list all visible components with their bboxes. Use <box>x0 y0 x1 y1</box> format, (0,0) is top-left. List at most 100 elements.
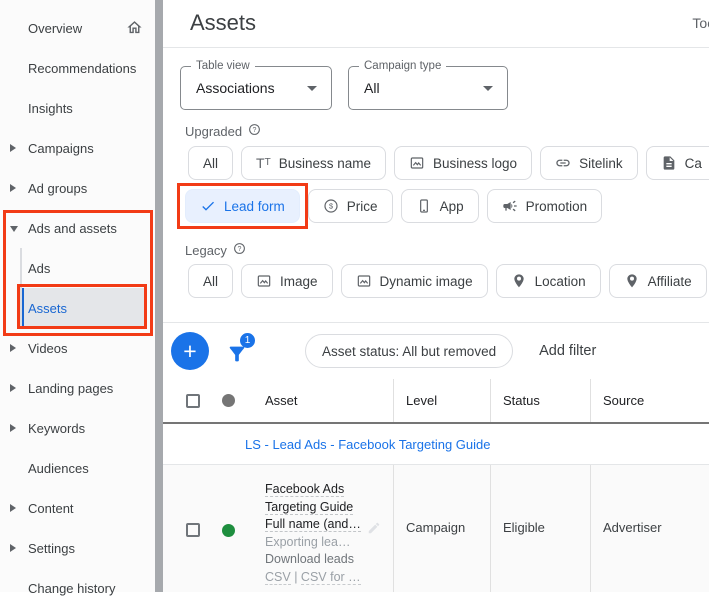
link-icon <box>555 155 571 171</box>
chip-all-upgraded[interactable]: All <box>188 146 234 180</box>
level-cell: Campaign <box>393 465 490 592</box>
csv-link[interactable]: CSV <box>265 569 291 585</box>
csv-for-link[interactable]: CSV for … <box>300 569 361 585</box>
text-fields-icon: TT <box>256 155 271 171</box>
check-icon <box>200 198 216 214</box>
sidebar-item-change-history[interactable]: Change history <box>0 568 155 608</box>
legacy-section-label: Legacy ? <box>185 242 709 258</box>
asset-cell: Facebook Ads Targeting Guide Full name (… <box>163 465 393 592</box>
page-header: Assets Too <box>163 0 709 48</box>
chip-callout[interactable]: Ca <box>645 146 709 180</box>
home-icon <box>126 19 143 39</box>
chip-location[interactable]: Location <box>495 264 601 298</box>
upgraded-section-label: Upgraded ? <box>185 123 709 139</box>
filter-selects: Table view Associations Campaign type Al… <box>180 60 709 110</box>
chip-dynamic-image[interactable]: Dynamic image <box>340 264 488 298</box>
sidebar-item-recommendations[interactable]: Recommendations <box>0 48 155 88</box>
megaphone-icon <box>502 198 518 214</box>
add-filter-button[interactable]: Add filter <box>539 343 596 359</box>
chip-image[interactable]: Image <box>241 264 333 298</box>
table-view-select[interactable]: Table view Associations <box>180 60 332 110</box>
help-icon[interactable]: ? <box>248 123 261 139</box>
sidebar-scrollbar[interactable] <box>155 0 163 592</box>
tools-link[interactable]: Too <box>692 15 709 31</box>
chip-affiliate-location[interactable]: Affiliate <box>608 264 707 298</box>
asset-title-line[interactable]: Targeting Guide <box>265 499 354 515</box>
sidebar-item-campaigns[interactable]: Campaigns <box>0 128 155 168</box>
sidebar-item-keywords[interactable]: Keywords <box>0 408 155 448</box>
sidebar-item-ads[interactable]: Ads <box>0 248 155 288</box>
chip-sitelink[interactable]: Sitelink <box>540 146 638 180</box>
asset-title-line[interactable]: Facebook Ads <box>265 482 345 497</box>
sidebar-item-landing-pages[interactable]: Landing pages <box>0 368 155 408</box>
asset-fields-line[interactable]: Full name (and… <box>265 517 361 532</box>
campaign-link[interactable]: LS - Lead Ads - Facebook Targeting Guide <box>245 437 490 452</box>
chip-lead-form[interactable]: Lead form <box>185 189 300 223</box>
column-label[interactable]: Asset <box>265 393 298 408</box>
campaign-type-select[interactable]: Campaign type All <box>348 60 508 110</box>
dropdown-arrow-icon <box>483 86 493 91</box>
table-header-row: Asset Level Status Source <box>163 379 709 424</box>
filter-count-badge: 1 <box>240 333 255 348</box>
edit-pencil-icon[interactable] <box>367 521 381 538</box>
sidebar-item-assets[interactable]: Assets <box>21 288 147 328</box>
upgraded-chips-row-1: All TT Business name Business logo Sitel… <box>188 146 709 180</box>
source-cell: Advertiser <box>590 465 709 592</box>
svg-text:?: ? <box>237 246 241 253</box>
page-title: Assets <box>190 10 257 35</box>
chevron-right-icon <box>10 384 16 392</box>
chevron-right-icon <box>10 184 16 192</box>
add-asset-button[interactable]: + <box>171 332 209 370</box>
select-all-checkbox[interactable] <box>186 393 200 408</box>
chip-app[interactable]: App <box>400 189 479 223</box>
sidebar-item-label: Overview <box>28 20 83 36</box>
campaign-type-value: All <box>364 80 380 96</box>
filter-button[interactable]: 1 <box>226 333 255 365</box>
chip-business-name[interactable]: TT Business name <box>241 146 386 180</box>
help-icon[interactable]: ? <box>233 242 246 258</box>
table-toolbar: + 1 Asset status: All but removed Add fi… <box>163 322 709 379</box>
submenu-guide-line <box>20 248 22 328</box>
sidebar-item-settings[interactable]: Settings <box>0 528 155 568</box>
asset-export-line: Exporting lea… <box>265 534 351 549</box>
image-icon <box>256 273 272 289</box>
sidebar-item-ad-groups[interactable]: Ad groups <box>0 168 155 208</box>
document-icon <box>661 155 677 171</box>
status-dot-enabled-icon <box>222 524 235 537</box>
table-row: Facebook Ads Targeting Guide Full name (… <box>163 465 709 592</box>
row-checkbox[interactable] <box>186 523 200 537</box>
dropdown-arrow-icon <box>307 86 317 91</box>
campaign-type-label: Campaign type <box>359 60 447 72</box>
column-header-level[interactable]: Level <box>393 379 490 422</box>
sidebar-item-videos[interactable]: Videos <box>0 328 155 368</box>
csv-links-line: CSV | CSV for … <box>265 569 361 585</box>
asset-status-filter-pill[interactable]: Asset status: All but removed <box>305 334 514 368</box>
chip-all-legacy[interactable]: All <box>188 264 234 298</box>
svg-text:$: $ <box>329 202 333 211</box>
main-content: Assets Too Table view Associations Campa… <box>163 0 709 592</box>
sidebar-item-overview[interactable]: Overview <box>0 8 155 48</box>
chip-business-logo[interactable]: Business logo <box>394 146 533 180</box>
column-header-source[interactable]: Source <box>590 379 709 422</box>
status-dot-icon <box>222 394 235 407</box>
chevron-right-icon <box>10 544 16 552</box>
sidebar-item-audiences[interactable]: Audiences <box>0 448 155 488</box>
table-view-value: Associations <box>196 80 275 96</box>
column-header-status[interactable]: Status <box>490 379 590 422</box>
map-pin-icon <box>624 273 640 289</box>
chip-price[interactable]: $ Price <box>307 189 393 223</box>
upgraded-chips-row-2: Lead form $ Price App Promotion <box>177 183 709 229</box>
image-icon <box>409 155 425 171</box>
map-pin-icon <box>511 273 527 289</box>
status-cell: Eligible <box>490 465 590 592</box>
sidebar-nav: Overview Recommendations Insights Campai… <box>0 0 155 596</box>
sidebar-item-insights[interactable]: Insights <box>0 88 155 128</box>
campaign-group-row: LS - Lead Ads - Facebook Targeting Guide <box>163 424 709 465</box>
sidebar-item-ads-and-assets[interactable]: Ads and assets <box>0 208 155 248</box>
chip-promotion[interactable]: Promotion <box>486 189 603 223</box>
table-view-label: Table view <box>191 60 255 72</box>
chevron-right-icon <box>10 424 16 432</box>
chevron-right-icon <box>10 504 16 512</box>
sidebar-item-content[interactable]: Content <box>0 488 155 528</box>
chevron-right-icon <box>10 144 16 152</box>
